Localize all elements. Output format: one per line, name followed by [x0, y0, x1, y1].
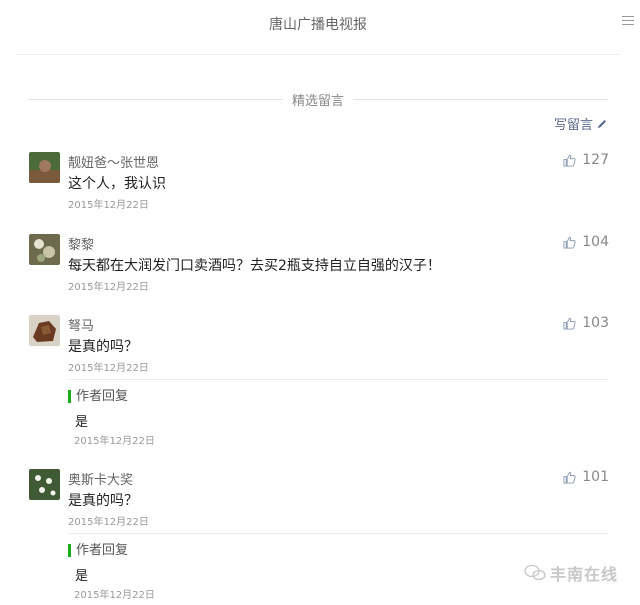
comment-item: 弩马 是真的吗？ 2015年12月22日 103 — [29, 315, 609, 375]
avatar — [29, 152, 60, 183]
author-reply-label: 作者回复 — [68, 390, 128, 403]
section-header: 精选留言 — [28, 90, 608, 110]
comment-nickname: 黎黎 — [68, 238, 95, 253]
thumbs-up-icon — [563, 317, 576, 330]
author-reply-content: 是 — [75, 569, 89, 584]
comment-date: 2015年12月22日 — [68, 200, 149, 211]
avatar — [29, 315, 60, 346]
comment-date: 2015年12月22日 — [68, 282, 149, 293]
write-comment-button[interactable]: 写留言 — [554, 114, 608, 133]
wechat-icon — [524, 564, 546, 581]
comment-item: 靓妞爸～张世恩 这个人，我认识 2015年12月22日 127 — [29, 152, 609, 212]
author-reply-date: 2015年12月22日 — [74, 436, 155, 447]
write-comment-label: 写留言 — [553, 118, 593, 133]
comment-content: 是真的吗？ — [68, 493, 138, 509]
comment-content: 是真的吗？ — [68, 339, 138, 355]
like-button[interactable]: 127 — [563, 152, 609, 168]
author-reply-date: 2015年12月22日 — [74, 590, 155, 601]
comment-item: 奥斯卡大奖 是真的吗？ 2015年12月22日 101 — [29, 469, 609, 529]
divider — [353, 99, 608, 100]
like-count: 103 — [582, 315, 609, 331]
comment-nickname: 奥斯卡大奖 — [68, 473, 134, 488]
like-button[interactable]: 103 — [563, 315, 609, 331]
page-title: 唐山广播电视报 — [269, 17, 367, 33]
pencil-icon — [598, 119, 606, 128]
comment-date: 2015年12月22日 — [68, 517, 149, 528]
author-reply-content: 是 — [75, 415, 89, 430]
avatar — [29, 234, 60, 265]
comment-content: 这个人，我认识 — [68, 176, 166, 192]
comment-content: 每天都在大润发门口卖酒吗？去买2瓶支持自立自强的汉子！ — [68, 258, 441, 274]
top-bar: 唐山广播电视报 — [16, 0, 634, 55]
comment-item: 黎黎 每天都在大润发门口卖酒吗？去买2瓶支持自立自强的汉子！ 2015年12月2… — [29, 234, 609, 294]
comment-nickname: 靓妞爸～张世恩 — [68, 156, 160, 171]
like-button[interactable]: 104 — [563, 234, 609, 250]
watermark-text: 丰南在线 — [549, 565, 618, 584]
like-button[interactable]: 101 — [563, 469, 609, 485]
thumbs-up-icon — [563, 154, 576, 167]
reply-divider — [68, 533, 608, 534]
comment-date: 2015年12月22日 — [68, 363, 149, 374]
like-count: 101 — [582, 469, 609, 485]
author-reply-label: 作者回复 — [68, 544, 128, 557]
like-count: 104 — [582, 234, 609, 250]
comment-nickname: 弩马 — [68, 319, 95, 334]
watermark: 丰南在线 — [524, 561, 618, 585]
menu-icon[interactable] — [622, 16, 634, 28]
author-reply: 作者回复 是 2015年12月22日 — [68, 390, 608, 447]
avatar — [29, 469, 60, 500]
thumbs-up-icon — [563, 236, 576, 249]
thumbs-up-icon — [563, 471, 576, 484]
reply-divider — [68, 379, 608, 380]
like-count: 127 — [582, 152, 609, 168]
